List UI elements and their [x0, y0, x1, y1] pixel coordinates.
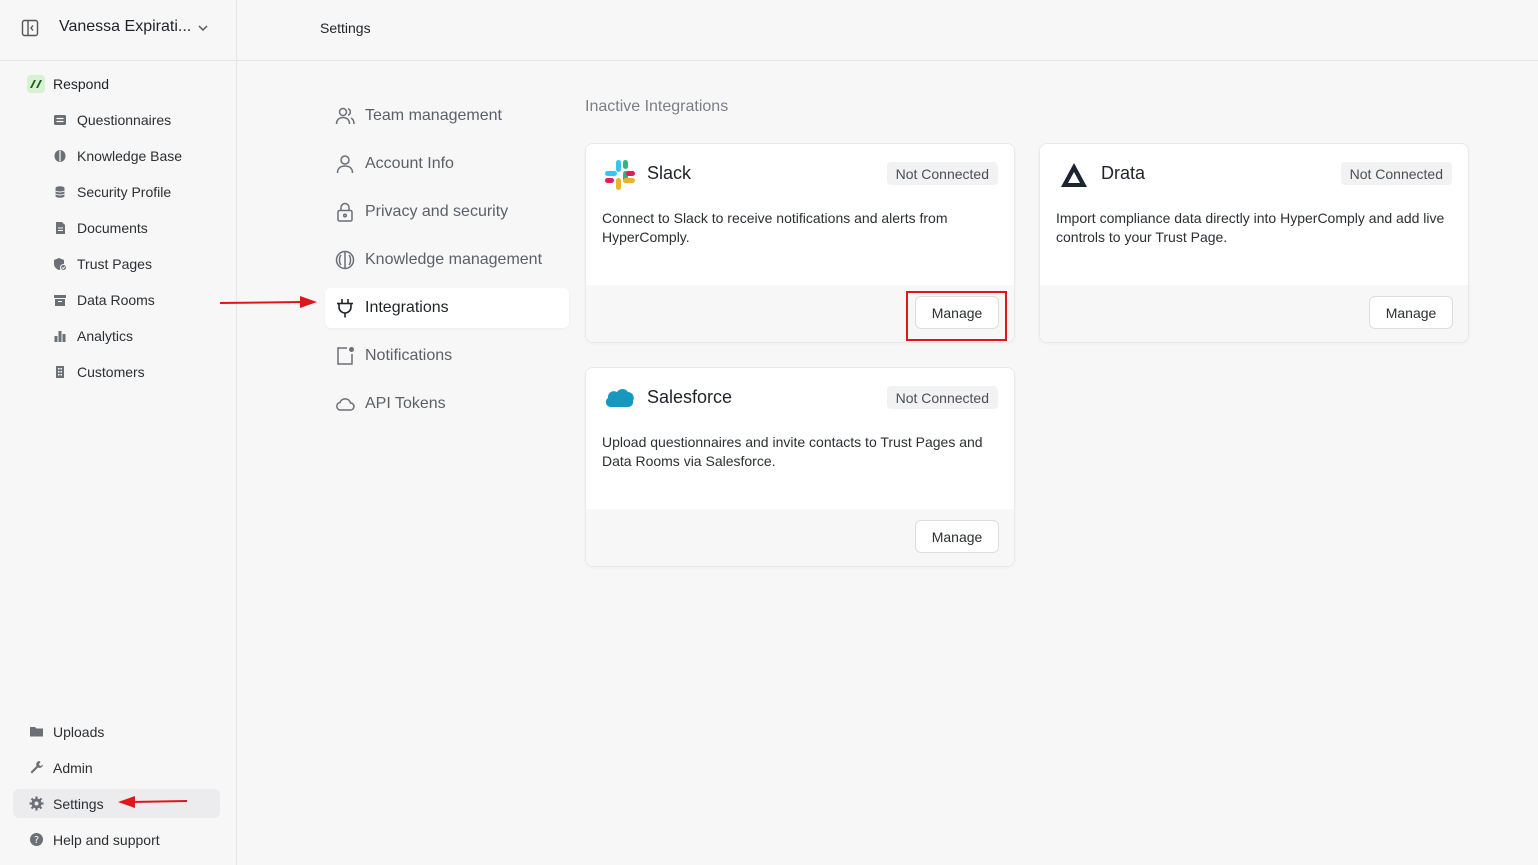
database-icon: [53, 185, 67, 199]
status-badge: Not Connected: [886, 162, 998, 185]
sidebar-item-label: Help and support: [53, 831, 160, 848]
svg-text:?: ?: [34, 835, 39, 846]
section-title: Inactive Integrations: [585, 98, 729, 115]
list-icon: [53, 113, 67, 127]
annotation-arrow-left-icon: [118, 796, 188, 808]
annotation-highlight-box: [906, 291, 1007, 341]
annotation-arrow-right-icon: [219, 296, 317, 308]
settings-nav-api-tokens[interactable]: API Tokens: [325, 384, 569, 424]
sidebar-item-label: Analytics: [77, 328, 134, 344]
document-icon: [53, 221, 67, 235]
settings-nav-label: Team management: [365, 107, 502, 124]
card-footer: Manage: [586, 509, 1014, 566]
chevron-down-icon[interactable]: [196, 21, 210, 35]
workspace-header[interactable]: Vanessa Expirati...: [0, 0, 236, 61]
sidebar-item-knowledge-base[interactable]: Knowledge Base: [53, 146, 182, 166]
settings-nav-label: Knowledge management: [365, 251, 543, 268]
plug-icon: [334, 297, 356, 319]
sidebar-item-label: Knowledge Base: [77, 148, 183, 164]
manage-button[interactable]: Manage: [1369, 296, 1453, 329]
settings-nav-team-management[interactable]: Team management: [325, 96, 569, 136]
help-icon: ?: [29, 832, 44, 847]
workspace-name[interactable]: Vanessa Expirati...: [59, 18, 191, 36]
brain-icon: [53, 149, 67, 163]
slack-logo-icon: [604, 159, 636, 191]
cloud-icon: [334, 393, 356, 415]
wrench-icon: [29, 760, 44, 775]
sidebar-toggle-icon[interactable]: [21, 19, 39, 37]
status-badge: Not Connected: [886, 386, 998, 409]
integration-card-drata: Drata Not Connected Import compliance da…: [1039, 143, 1469, 343]
settings-nav-label: Integrations: [365, 299, 449, 316]
sidebar-item-customers[interactable]: Customers: [53, 362, 145, 382]
user-icon: [334, 153, 356, 175]
card-title: Slack: [647, 163, 692, 183]
top-bar: Settings: [237, 0, 1538, 61]
sidebar-item-analytics[interactable]: Analytics: [53, 326, 133, 346]
sidebar-item-label: Data Rooms: [77, 292, 155, 308]
drata-logo-icon: [1058, 159, 1090, 191]
sidebar-item-label: Questionnaires: [77, 112, 172, 128]
card-title: Salesforce: [647, 387, 733, 407]
sidebar-item-help[interactable]: ? Help and support: [13, 825, 220, 854]
users-icon: [334, 105, 356, 127]
shield-check-icon: [53, 257, 67, 271]
lock-icon: [334, 201, 356, 223]
brain-icon: [334, 249, 356, 271]
respond-section[interactable]: Respond: [27, 74, 109, 94]
sidebar: Vanessa Expirati... Respond Questionnair…: [0, 0, 237, 865]
bar-chart-icon: [53, 329, 67, 343]
archive-icon: [53, 293, 67, 307]
sidebar-item-security-profile[interactable]: Security Profile: [53, 182, 171, 202]
gear-icon: [29, 796, 44, 811]
sidebar-item-label: Settings: [53, 795, 104, 812]
sidebar-item-label: Trust Pages: [77, 256, 152, 272]
settings-nav-privacy-security[interactable]: Privacy and security: [325, 192, 569, 232]
card-description: Upload questionnaires and invite contact…: [602, 434, 983, 469]
page-title: Settings: [320, 20, 371, 36]
settings-nav-integrations[interactable]: Integrations: [325, 288, 569, 328]
salesforce-logo-icon: [604, 383, 636, 415]
card-description: Connect to Slack to receive notification…: [602, 210, 948, 245]
settings-nav-label: Privacy and security: [365, 203, 509, 220]
bell-square-icon: [334, 345, 356, 367]
sidebar-item-label: Admin: [53, 759, 93, 776]
sidebar-item-label: Security Profile: [77, 184, 172, 200]
card-title: Drata: [1101, 163, 1146, 183]
sidebar-item-trust-pages[interactable]: Trust Pages: [53, 254, 152, 274]
card-footer: Manage: [1040, 285, 1468, 342]
integration-card-salesforce: Salesforce Not Connected Upload question…: [585, 367, 1015, 567]
folder-icon: [29, 724, 44, 739]
settings-nav-notifications[interactable]: Notifications: [325, 336, 569, 376]
settings-nav-label: Notifications: [365, 347, 453, 364]
sidebar-item-label: Customers: [77, 364, 145, 380]
sidebar-item-label: Documents: [77, 220, 148, 236]
manage-button[interactable]: Manage: [915, 520, 999, 553]
sidebar-item-label: Uploads: [53, 723, 105, 740]
sidebar-item-questionnaires[interactable]: Questionnaires: [53, 110, 171, 130]
status-badge: Not Connected: [1340, 162, 1452, 185]
respond-label: Respond: [53, 76, 110, 92]
sidebar-item-admin[interactable]: Admin: [13, 753, 220, 782]
building-icon: [53, 365, 67, 379]
respond-logo-icon: [27, 75, 45, 93]
card-description: Import compliance data directly into Hyp…: [1056, 210, 1445, 245]
sidebar-item-documents[interactable]: Documents: [53, 218, 148, 238]
sidebar-item-uploads[interactable]: Uploads: [13, 717, 220, 746]
settings-nav-label: API Tokens: [365, 395, 446, 412]
sidebar-item-data-rooms[interactable]: Data Rooms: [53, 290, 155, 310]
settings-nav-account-info[interactable]: Account Info: [325, 144, 569, 184]
settings-nav-knowledge-management[interactable]: Knowledge management: [325, 240, 569, 280]
settings-nav-label: Account Info: [365, 155, 454, 172]
